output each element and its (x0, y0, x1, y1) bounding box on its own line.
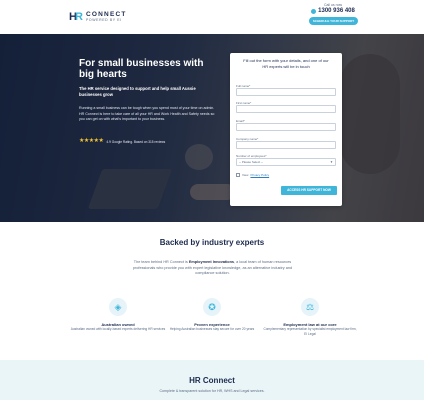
site-header: H R CONNECT POWERED BY EI Call us now 13… (0, 0, 424, 34)
feature-text: Helping Australian businesses stay secur… (169, 327, 255, 331)
hero-subtitle: The HR service designed to support and h… (79, 86, 196, 97)
employment-innovations-highlight: Employment Innovations (188, 260, 235, 264)
logo-mark-icon: H R (69, 11, 83, 23)
logo-wordmark: CONNECT POWERED BY EI (86, 11, 127, 23)
company-name-input[interactable] (236, 141, 336, 149)
feature-proven-experience: ✪ Proven experience Helping Australian b… (164, 298, 260, 332)
legal-scale-icon: ⚖ (301, 298, 319, 316)
logo-tagline: POWERED BY EI (86, 18, 122, 22)
employees-selected-value: -- Please Select -- (239, 160, 264, 164)
privacy-checkbox[interactable] (236, 173, 240, 177)
chevron-down-icon: ▼ (330, 160, 333, 164)
first-name-field: First name* (236, 101, 336, 113)
full-name-field: Full name* (236, 84, 336, 96)
logo-name: CONNECT (86, 11, 127, 18)
privacy-policy-link[interactable]: Privacy Policy (250, 173, 269, 177)
experts-text: The team behind HR Connect is Employment… (125, 260, 300, 277)
privacy-prefix: View (242, 173, 249, 177)
employees-select[interactable]: -- Please Select -- ▼ (236, 158, 336, 166)
hr-connect-band: HR Connect Complete & transparent soluti… (0, 360, 424, 400)
privacy-row: View Privacy Policy (236, 173, 269, 177)
feature-employment-law: ⚖ Employment law at our core Complementa… (262, 298, 358, 336)
hr-connect-logo[interactable]: H R CONNECT POWERED BY EI (69, 11, 127, 23)
first-name-input[interactable] (236, 105, 336, 113)
hero-title: For small businesses with big hearts (79, 58, 204, 80)
phone-icon (311, 8, 317, 14)
phone-block: Call us now 1300 936 408 (308, 3, 358, 14)
experts-title: Backed by industry experts (159, 238, 265, 247)
australia-map-icon: ◈ (109, 298, 127, 316)
company-name-field: Company name* (236, 137, 336, 149)
contact-form: Fill out the form with your details, and… (230, 53, 342, 206)
email-input[interactable] (236, 123, 336, 131)
schedule-support-button[interactable]: SCHEDULE YOUR SUPPORT NOW (309, 17, 358, 31)
footer-subtitle: Complete & transparent solution for HR, … (159, 389, 265, 393)
rating-stars-icon: ★★★★★ (79, 138, 104, 144)
phone-number[interactable]: 1300 936 408 (318, 8, 355, 14)
rating-text: 4.9 Google Rating. Based on 315 reviews (106, 139, 166, 144)
full-name-input[interactable] (236, 88, 336, 96)
feature-text: Australian owned with locally-based expe… (70, 327, 166, 331)
logo-mark-r: R (75, 11, 83, 23)
email-field: Email* (236, 119, 336, 131)
phone-link[interactable]: 1300 936 408 (308, 8, 358, 14)
feature-australian-owned: ◈ Australian owned Australian owned with… (70, 298, 166, 332)
hero-body: Running a small business can be tough wh… (79, 106, 215, 121)
access-hr-support-button[interactable]: ACCESS HR SUPPORT NOW (281, 186, 337, 195)
footer-title: HR Connect (189, 376, 235, 385)
form-heading: Fill out the form with your details, and… (243, 58, 329, 69)
employees-field: Number of employees* -- Please Select --… (236, 154, 336, 166)
feature-text: Complementary representation by speciali… (263, 327, 357, 336)
award-icon: ✪ (203, 298, 221, 316)
experts-text-before: The team behind HR Connect is (133, 260, 188, 264)
google-rating: ★★★★★ 4.9 Google Rating. Based on 315 re… (79, 138, 165, 145)
